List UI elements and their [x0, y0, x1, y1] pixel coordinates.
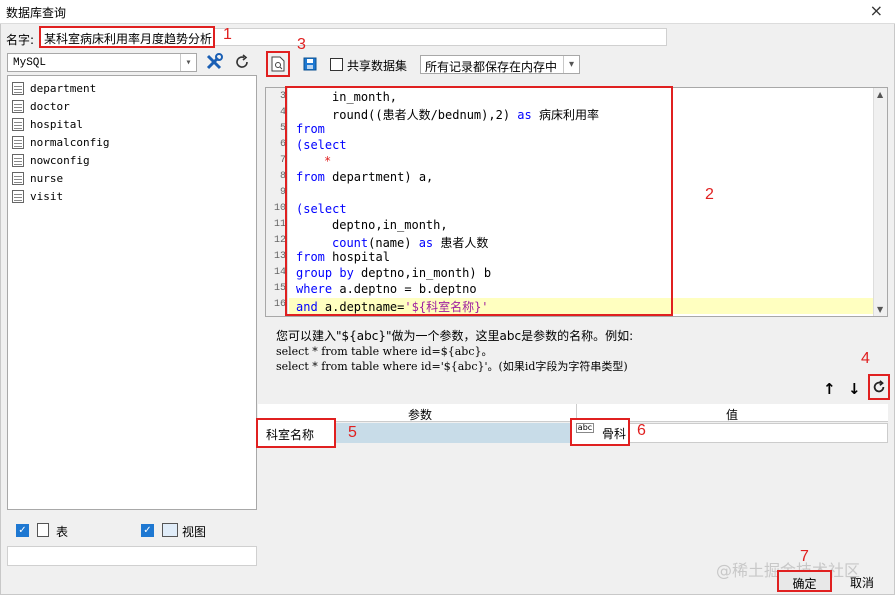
- line-number: 9: [279, 187, 286, 198]
- share-label: 共享数据集: [347, 59, 408, 73]
- hint-text: 您可以建入"${abc}"做为一个参数，这里abc是参数的名称。例如:: [276, 329, 634, 343]
- storage-select[interactable]: 所有记录都保存在内存中 ▾: [420, 55, 580, 74]
- table-icon: [12, 81, 24, 95]
- refresh-tree-icon[interactable]: [231, 52, 253, 72]
- save-icon[interactable]: [302, 56, 318, 72]
- marker-6: 6: [637, 422, 646, 439]
- title-bar: 数据库查询 ×: [0, 0, 895, 24]
- tables-label: 表: [56, 525, 69, 539]
- tree-item-nurse[interactable]: nurse: [12, 169, 63, 187]
- type-abc-icon[interactable]: abc: [576, 423, 594, 433]
- preview-doc-icon: [271, 56, 285, 72]
- line-number: 16: [273, 299, 286, 310]
- chevron-down-icon: ▾: [563, 56, 579, 73]
- line-number: 4: [279, 107, 286, 118]
- line-number: 10: [273, 203, 286, 214]
- storage-value: 所有记录都保存在内存中: [425, 60, 558, 74]
- col-value: 值: [726, 408, 739, 422]
- name-value-box[interactable]: 某科室病床利用率月度趋势分析: [39, 26, 215, 48]
- param-value-box[interactable]: abc 骨科: [570, 418, 630, 446]
- tree-item-hospital[interactable]: hospital: [12, 115, 83, 133]
- line-number: 8: [279, 171, 286, 182]
- marker-5: 5: [348, 424, 357, 441]
- arrow-up-icon[interactable]: ↑: [823, 380, 836, 398]
- tools-icon[interactable]: [203, 52, 225, 72]
- window-title: 数据库查询: [6, 6, 67, 20]
- close-icon[interactable]: ×: [870, 2, 883, 20]
- marker-7: 7: [800, 548, 809, 565]
- name-value: 某科室病床利用率月度趋势分析: [44, 32, 213, 46]
- preview-button[interactable]: [266, 51, 290, 77]
- refresh-icon: [873, 380, 885, 393]
- table-tree: department doctor hospital normalconfig …: [7, 75, 257, 510]
- line-number: 5: [279, 123, 286, 134]
- tables-checkbox[interactable]: ✓: [16, 524, 29, 537]
- col-param: 参数: [408, 408, 433, 422]
- line-number: 15: [273, 283, 286, 294]
- param-name: 科室名称: [266, 428, 315, 442]
- tree-item-department[interactable]: department: [12, 79, 96, 97]
- editor-scrollbar[interactable]: ▲ ▼: [873, 88, 887, 316]
- table-icon: [12, 135, 24, 149]
- tree-item-visit[interactable]: visit: [12, 187, 63, 205]
- hint-example-2: select * from table where id='${abc}'。(如…: [276, 360, 628, 373]
- share-checkbox[interactable]: [330, 58, 343, 71]
- view-icon: [162, 523, 178, 537]
- table-icon: [12, 189, 24, 203]
- line-number: 14: [273, 267, 286, 278]
- tree-item-doctor[interactable]: doctor: [12, 97, 70, 115]
- views-label: 视图: [182, 525, 207, 539]
- hint-example-1: select * from table where id=${abc}。: [276, 345, 493, 358]
- param-value: 骨科: [602, 427, 627, 441]
- table-icon: [12, 99, 24, 113]
- line-number: 6: [279, 139, 286, 150]
- views-checkbox[interactable]: ✓: [141, 524, 154, 537]
- line-number: 7: [279, 155, 286, 166]
- tree-item-nowconfig[interactable]: nowconfig: [12, 151, 90, 169]
- table-icon: [12, 117, 24, 131]
- marker-3: 3: [297, 36, 306, 53]
- datasource-select[interactable]: MySQL ▾: [7, 53, 197, 72]
- line-number: 13: [273, 251, 286, 262]
- marker-4: 4: [861, 350, 870, 367]
- line-number: 11: [273, 219, 286, 230]
- filter-input[interactable]: [7, 546, 257, 566]
- param-name-box[interactable]: 科室名称: [256, 418, 336, 448]
- datasource-value: MySQL: [13, 57, 47, 69]
- refresh-params-button[interactable]: [868, 374, 890, 400]
- cancel-button[interactable]: 取消: [838, 572, 886, 592]
- sql-highlight-box: [285, 86, 673, 316]
- marker-1: 1: [223, 26, 232, 43]
- ok-button[interactable]: 确定: [777, 570, 832, 592]
- tree-item-normalconfig[interactable]: normalconfig: [12, 133, 109, 151]
- table-icon: [37, 523, 49, 537]
- table-icon: [12, 153, 24, 167]
- arrow-down-icon[interactable]: ↓: [848, 380, 861, 398]
- marker-2: 2: [705, 186, 714, 203]
- line-number: 12: [273, 235, 286, 246]
- table-icon: [12, 171, 24, 185]
- line-number: 3: [279, 91, 286, 102]
- chevron-down-icon: ▾: [180, 54, 196, 71]
- name-label: 名字:: [6, 33, 35, 47]
